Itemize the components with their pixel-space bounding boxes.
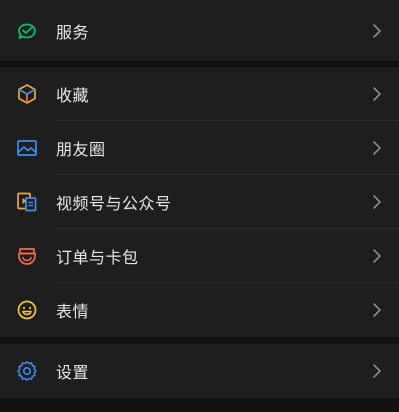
cube-icon: [15, 82, 39, 106]
menu-item-label: 视频号与公众号: [56, 194, 172, 213]
menu-item-label: 服务: [56, 22, 90, 42]
group-separator: [0, 337, 399, 344]
menu-group-services: 服务: [0, 0, 399, 61]
menu-item-channels[interactable]: 视频号与公众号: [0, 175, 399, 229]
chevron-right-icon: [372, 363, 382, 379]
menu-group-settings: 设置: [0, 344, 399, 398]
smile-icon: [15, 298, 39, 322]
menu-group-main: 收藏 朋友圈 视频号与公众号 订单与卡包 表情: [0, 67, 399, 337]
wechat-pay-icon: [15, 19, 39, 43]
menu-item-moments[interactable]: 朋友圈: [0, 121, 399, 175]
menu-item-settings[interactable]: 设置: [0, 344, 399, 398]
menu-item-label: 朋友圈: [56, 140, 106, 159]
video-doc-icon: [15, 190, 39, 214]
bottom-spacer: [0, 398, 399, 412]
image-icon: [15, 136, 39, 160]
menu-item-orders[interactable]: 订单与卡包: [0, 229, 399, 283]
chevron-right-icon: [372, 86, 382, 102]
menu-item-label: 表情: [56, 302, 90, 321]
chevron-right-icon: [372, 194, 382, 210]
chevron-right-icon: [372, 23, 382, 39]
menu-item-label: 收藏: [56, 86, 90, 105]
chevron-right-icon: [372, 248, 382, 264]
menu-item-favorites[interactable]: 收藏: [0, 67, 399, 121]
menu-item-label: 设置: [56, 363, 90, 382]
me-menu-screen: 服务 收藏 朋友圈 视频号与公众号 订单与卡包 表情 设置: [0, 0, 399, 412]
menu-item-label: 订单与卡包: [56, 248, 139, 267]
gear-icon: [15, 359, 39, 383]
menu-item-stickers[interactable]: 表情: [0, 283, 399, 337]
wallet-icon: [15, 244, 39, 268]
chevron-right-icon: [372, 302, 382, 318]
chevron-right-icon: [372, 140, 382, 156]
menu-item-services[interactable]: 服务: [0, 0, 399, 61]
